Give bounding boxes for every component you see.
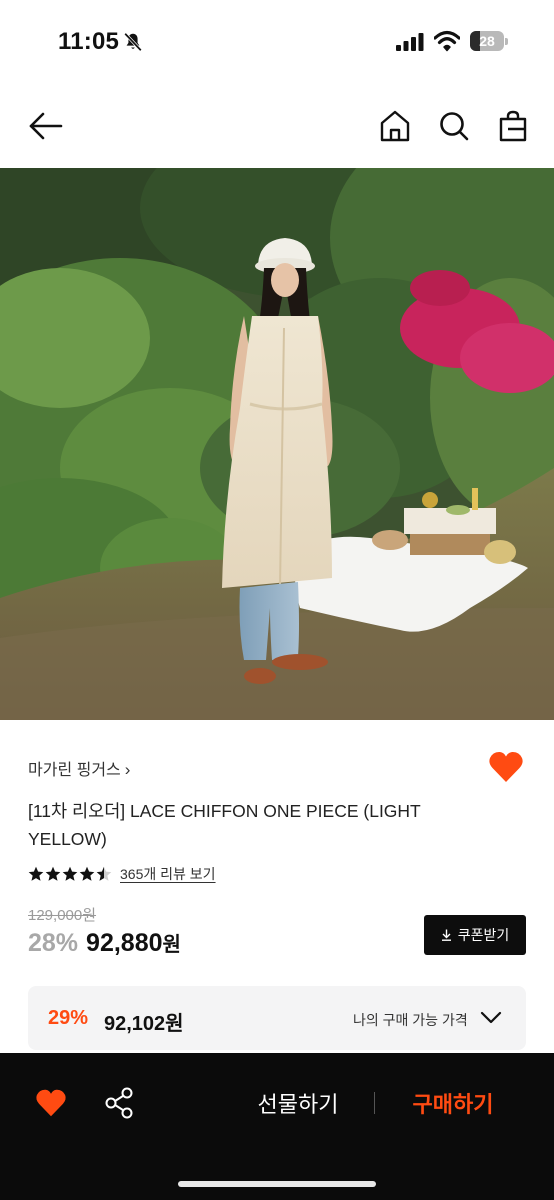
battery-percentage: 28 xyxy=(479,33,495,49)
best-discount-rate: 29% xyxy=(48,1007,89,1029)
star-icon xyxy=(79,866,95,881)
shopping-bag-icon xyxy=(499,110,527,142)
cellular-signal-icon xyxy=(396,33,424,51)
review-link[interactable]: 365개 리뷰 보기 xyxy=(120,864,216,884)
bottom-action-bar: 선물하기 구매하기 xyxy=(0,1053,554,1200)
rating-row: 365개 리뷰 보기 xyxy=(28,863,216,885)
action-divider xyxy=(374,1092,375,1114)
status-time: 11:05 xyxy=(58,28,120,55)
best-price: 92,102원 xyxy=(104,1013,184,1035)
brand-link[interactable]: 마가린 핑거스 › xyxy=(28,756,130,780)
star-icon xyxy=(45,866,61,881)
bell-slash-icon xyxy=(124,32,142,52)
star-icon xyxy=(96,866,112,881)
status-bar: 11:05 28 xyxy=(0,0,554,84)
search-button[interactable] xyxy=(437,108,471,144)
share-icon xyxy=(105,1087,133,1119)
heart-icon xyxy=(489,751,523,782)
product-image[interactable] xyxy=(0,168,554,720)
like-button[interactable] xyxy=(488,750,524,784)
home-icon xyxy=(380,110,410,142)
arrow-left-icon xyxy=(29,112,63,140)
coupon-button[interactable]: 쿠폰받기 xyxy=(424,915,526,955)
star-icon xyxy=(28,866,44,881)
best-price-dropdown[interactable]: 29% 92,102원 나의 구매 가능 가격 xyxy=(28,986,526,1050)
best-price-label: 나의 구매 가능 가격 xyxy=(353,1012,468,1028)
star-icon xyxy=(62,866,78,881)
discount-rate: 28% xyxy=(28,929,79,957)
garden-photo-illustration xyxy=(0,168,554,720)
wifi-icon xyxy=(434,30,460,52)
home-button[interactable] xyxy=(378,108,412,144)
buy-button[interactable]: 구매하기 xyxy=(398,1087,508,1119)
heart-icon xyxy=(36,1089,66,1117)
chevron-right-icon: › xyxy=(124,760,131,779)
search-icon xyxy=(440,112,469,141)
original-price: 129,000원 xyxy=(28,907,97,924)
gift-button[interactable]: 선물하기 xyxy=(238,1087,358,1119)
navigation-bar xyxy=(0,84,554,168)
sale-price: 92,880 xyxy=(86,929,163,957)
coupon-button-label: 쿠폰받기 xyxy=(457,927,510,943)
brand-name: 마가린 핑거스 xyxy=(28,762,121,779)
rating-stars xyxy=(28,866,112,882)
back-button[interactable] xyxy=(26,108,66,144)
price-row: 28% 92,880 원 xyxy=(28,928,181,958)
download-icon xyxy=(441,929,451,941)
share-button[interactable] xyxy=(103,1086,135,1120)
wishlist-button[interactable] xyxy=(35,1088,67,1118)
sale-price-unit: 원 xyxy=(162,934,181,956)
home-indicator xyxy=(178,1181,376,1187)
chevron-down-icon xyxy=(480,1011,502,1024)
product-title: [11차 리오더] LACE CHIFFON ONE PIECE (LIGHT … xyxy=(28,801,421,849)
shopping-bag-button[interactable] xyxy=(496,108,530,144)
battery-indicator: 28 xyxy=(470,31,508,51)
